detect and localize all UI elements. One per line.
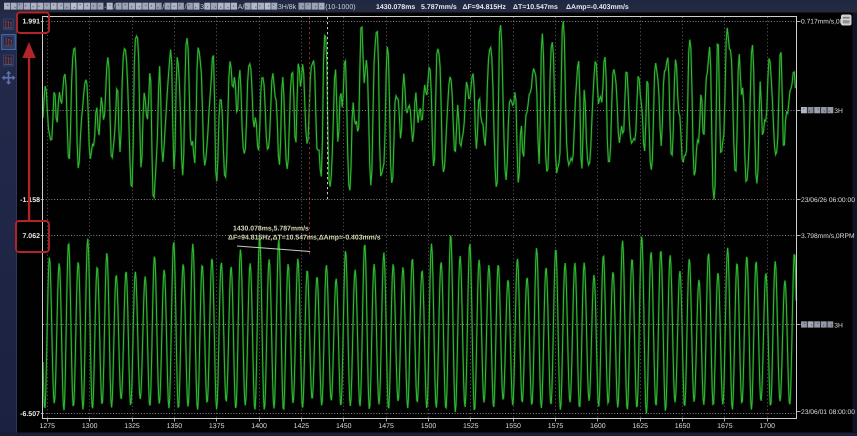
svg-text:1475: 1475 xyxy=(378,423,394,430)
svg-text:ΔF=94.815Hz: ΔF=94.815Hz xyxy=(463,4,507,11)
svg-text:1575: 1575 xyxy=(548,423,564,430)
svg-text:1450: 1450 xyxy=(336,423,352,430)
svg-text:ΔF=94.815Hz,ΔT=10.547ms,ΔAmp=-: ΔF=94.815Hz,ΔT=10.547ms,ΔAmp=-0.403mm/s xyxy=(228,235,381,242)
svg-text:3H: 3H xyxy=(834,108,843,115)
svg-text:3: 3 xyxy=(200,4,204,11)
svg-text:A/: A/ xyxy=(238,3,245,11)
svg-text:1550: 1550 xyxy=(505,423,521,430)
svg-text:1500: 1500 xyxy=(421,423,437,430)
svg-text:3H/8k: 3H/8k xyxy=(278,3,298,11)
svg-text:1375: 1375 xyxy=(209,423,225,430)
svg-text:1430.078ms,5.787mm/s: 1430.078ms,5.787mm/s xyxy=(233,226,309,233)
svg-text:1425: 1425 xyxy=(294,423,310,430)
svg-text:1400: 1400 xyxy=(251,423,267,430)
svg-text:5.787mm/s: 5.787mm/s xyxy=(421,3,457,11)
svg-text:ΔAmp=-0.403mm/s: ΔAmp=-0.403mm/s xyxy=(566,3,629,11)
svg-text:23/06/01 08:00:00: 23/06/01 08:00:00 xyxy=(801,409,855,416)
svg-text:1675: 1675 xyxy=(717,423,733,430)
svg-text:1275: 1275 xyxy=(40,423,56,430)
svg-text:1600: 1600 xyxy=(590,423,606,430)
svg-text:23/06/26 06:00:00: 23/06/26 06:00:00 xyxy=(801,197,855,204)
svg-text:/: / xyxy=(185,3,187,11)
svg-text:3H: 3H xyxy=(834,322,843,329)
svg-text:1650: 1650 xyxy=(675,423,691,430)
svg-text:1430.078ms: 1430.078ms xyxy=(376,4,415,11)
svg-text:1.991: 1.991 xyxy=(22,19,40,26)
svg-text:1325: 1325 xyxy=(124,423,140,430)
svg-text:(10-1000): (10-1000) xyxy=(325,3,355,11)
svg-text:ΔT=10.547ms: ΔT=10.547ms xyxy=(513,4,558,11)
svg-text:1525: 1525 xyxy=(463,423,479,430)
svg-text:3.798mm/s,0RPM: 3.798mm/s,0RPM xyxy=(801,233,855,240)
svg-text:7.062: 7.062 xyxy=(22,233,40,240)
svg-text:1300: 1300 xyxy=(82,423,98,430)
svg-text:-6.507: -6.507 xyxy=(20,411,40,418)
svg-text:1625: 1625 xyxy=(632,423,648,430)
svg-text:1350: 1350 xyxy=(167,423,183,430)
svg-text:1700: 1700 xyxy=(759,423,775,430)
svg-text:/: / xyxy=(113,3,115,11)
svg-text:/: / xyxy=(162,3,164,11)
